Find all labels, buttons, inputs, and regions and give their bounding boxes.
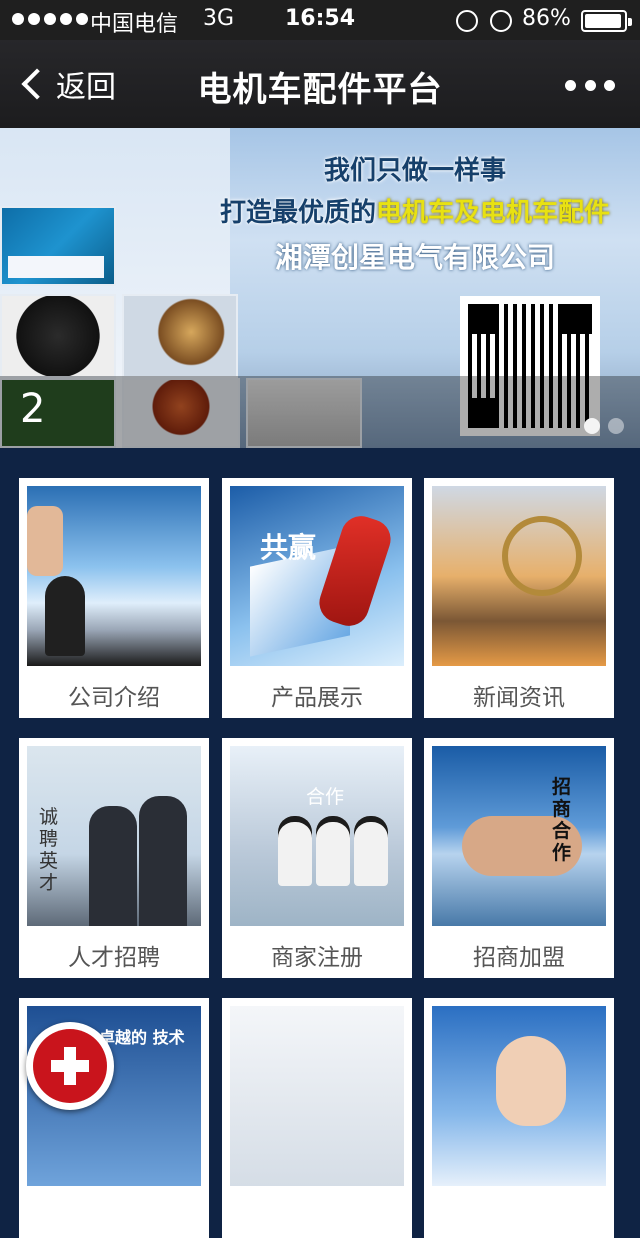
tile-label: 人才招聘	[68, 945, 160, 971]
banner-slogan-line2: 打造最优质的电机车及电机车配件	[200, 192, 630, 229]
tile-label: 新闻资讯	[473, 685, 565, 711]
news-image	[432, 486, 606, 666]
tile-label: 公司介绍	[68, 685, 160, 711]
recruitment-image: 诚聘英才	[27, 746, 201, 926]
pager-dot-active[interactable]	[584, 418, 600, 434]
floating-plus-button[interactable]	[26, 1022, 114, 1110]
product-image-current-sensor	[0, 206, 116, 286]
more-dots-icon	[584, 79, 596, 91]
banner-carousel[interactable]: 我们只做一样事 打造最优质的电机车及电机车配件 湘潭创星电气有限公司 2	[0, 128, 640, 448]
carousel-pager	[584, 418, 624, 434]
recruitment-image-text: 诚聘英才	[39, 806, 59, 894]
banner-slogan-line2-highlight: 电机车及电机车配件	[376, 198, 611, 228]
plus-icon	[33, 1029, 107, 1103]
tile-merchant-register[interactable]: 合作 商家注册	[222, 738, 412, 978]
tile-product-showcase[interactable]: 共赢 产品展示	[222, 478, 412, 718]
battery-icon	[581, 10, 632, 32]
status-bar: 中国电信 3G 16:54 86%	[0, 0, 640, 40]
pager-dot[interactable]	[608, 418, 624, 434]
technology-image-text: 卓越的 技术	[99, 1028, 185, 1047]
more-dots-icon	[604, 79, 615, 91]
rotation-lock-icon	[456, 10, 478, 32]
slide-number: 2	[20, 386, 46, 432]
tile-label: 商家注册	[271, 945, 363, 971]
merchant-image-text: 合作	[306, 786, 345, 808]
banner-slogan-line1: 我们只做一样事	[323, 156, 506, 186]
product-image-relay	[0, 294, 116, 378]
merchant-register-image: 合作	[230, 746, 404, 926]
tile-recruitment[interactable]: 诚聘英才 人才招聘	[19, 738, 209, 978]
company-intro-image	[27, 486, 201, 666]
tile-company-intro[interactable]: 公司介绍	[19, 478, 209, 718]
product-image-contactor	[122, 294, 238, 378]
page-title: 电机车配件平台	[197, 70, 443, 110]
tile-label: 招商加盟	[473, 945, 565, 971]
battery-percent: 86%	[522, 6, 571, 31]
tile-buildings[interactable]	[222, 998, 412, 1238]
tile-label: 产品展示	[271, 685, 363, 711]
banner-caption-overlay	[0, 376, 640, 448]
customer-service-image	[432, 1006, 606, 1186]
tile-franchise[interactable]: 招商合作 招商加盟	[424, 738, 614, 978]
franchise-image: 招商合作	[432, 746, 606, 926]
product-image-text: 共赢	[260, 531, 317, 564]
tile-news[interactable]: 新闻资讯	[424, 478, 614, 718]
alarm-icon	[490, 10, 512, 32]
franchise-image-text: 招商合作	[552, 776, 572, 864]
product-showcase-image: 共赢	[230, 486, 404, 666]
buildings-image	[230, 1006, 404, 1186]
banner-slogan-line2-prefix: 打造最优质的	[219, 198, 376, 228]
navigation-bar: 返回 电机车配件平台	[0, 40, 640, 128]
more-dots-icon	[565, 79, 576, 91]
banner-company-name: 湘潭创星电气有限公司	[274, 241, 555, 274]
tile-customer-service[interactable]	[424, 998, 614, 1238]
more-options-button[interactable]	[565, 73, 615, 97]
